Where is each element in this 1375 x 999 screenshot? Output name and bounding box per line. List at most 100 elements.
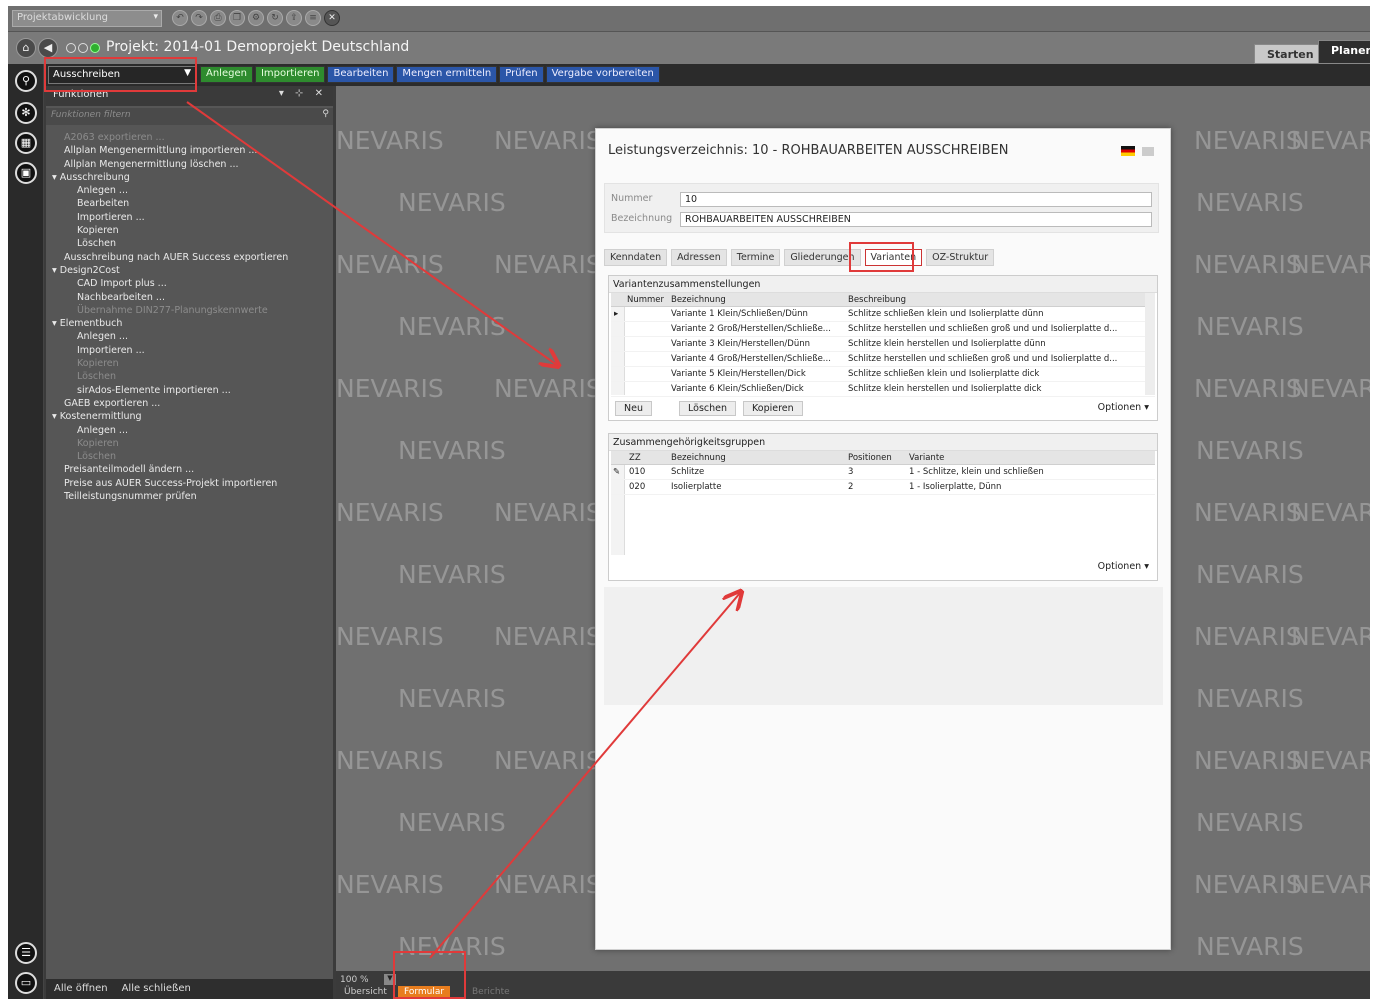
function-group-select[interactable]: Ausschreiben ▼ <box>48 66 196 84</box>
expand-toggle-icon[interactable]: ▾ <box>52 318 60 329</box>
tab-oz-struktur[interactable]: OZ-Struktur <box>926 249 995 266</box>
tree-item[interactable]: Preise aus AUER Success-Projekt importie… <box>46 477 333 490</box>
tree-item[interactable]: GAEB exportieren ... <box>46 397 333 410</box>
back-icon[interactable]: ◀ <box>38 38 58 58</box>
tree-item[interactable]: Kopieren <box>46 437 333 450</box>
functions-icon[interactable]: ✻ <box>15 102 37 124</box>
column-header-positionen[interactable]: Positionen <box>848 453 892 463</box>
tree-item[interactable]: Übernahme DIN277-Planungskennwerte <box>46 304 333 317</box>
table-row[interactable]: ✎ 010 Schlitze 3 1 - Schlitze, klein und sch… <box>611 465 1155 480</box>
loeschen-button[interactable]: Löschen <box>679 401 736 416</box>
expand-toggle-icon[interactable]: ▾ <box>52 172 60 183</box>
panel-controls[interactable]: ▾ ⊹ ✕ <box>279 88 327 99</box>
table-row[interactable]: Variante 3 Klein/Herstellen/Dünn Schlitze… <box>611 337 1155 352</box>
tree-item[interactable]: sirAdos-Elemente importieren ... <box>46 384 333 397</box>
copy-icon[interactable]: ❐ <box>229 10 245 26</box>
mode-starten-button[interactable]: Starten <box>1254 44 1327 64</box>
table-row[interactable]: ▸ Variante 1 Klein/Schließen/Dünn Schlitze… <box>611 307 1155 322</box>
table-row[interactable]: Variante 6 Klein/Schließen/Dick Schlitze … <box>611 382 1155 397</box>
mengen-ermitteln-button[interactable]: Mengen ermitteln <box>396 66 498 83</box>
tree-group[interactable]: ▾ Design2Cost <box>46 264 333 277</box>
tree-item[interactable]: Allplan Mengenermittlung löschen ... <box>46 158 333 171</box>
tree-item[interactable]: Ausschreibung nach AUER Success exportie… <box>46 251 333 264</box>
column-header-variante[interactable]: Variante <box>909 453 944 463</box>
export-icon[interactable]: ⇪ <box>286 10 302 26</box>
mode-planen-button[interactable]: Planen <box>1318 40 1370 64</box>
tree-group[interactable]: ▾ Ausschreibung <box>46 171 333 184</box>
tree-group[interactable]: ▾ Kostenermittlung <box>46 410 333 423</box>
column-header-beschreibung[interactable]: Beschreibung <box>848 295 906 305</box>
tree-item[interactable]: Bearbeiten <box>46 197 333 210</box>
list-icon[interactable]: ☰ <box>15 942 37 964</box>
column-header-bezeichnung[interactable]: Bezeichnung <box>671 453 726 463</box>
table-row[interactable]: Variante 2 Groß/Herstellen/Schließe... Sc… <box>611 322 1155 337</box>
tree-item[interactable]: CAD Import plus ... <box>46 277 333 290</box>
table-row[interactable]: Variante 4 Groß/Herstellen/Schließe... Sc… <box>611 352 1155 367</box>
variants-options-button[interactable]: Optionen ▾ <box>1098 402 1149 413</box>
table-row[interactable]: Variante 5 Klein/Herstellen/Dick Schlitze… <box>611 367 1155 382</box>
filter-icon[interactable]: ⚲ <box>15 70 37 92</box>
tree-item[interactable]: Teilleistungsnummer prüfen <box>46 490 333 503</box>
print-icon[interactable]: ⎙ <box>210 10 226 26</box>
table-row[interactable]: 020 Isolierplatte 2 1 - Isolierplatte, Dünn <box>611 480 1155 495</box>
window-icon[interactable]: ▣ <box>15 162 37 184</box>
collapse-all-link[interactable]: Alle schließen <box>122 983 191 995</box>
tree-group[interactable]: ▾ Elementbuch <box>46 317 333 330</box>
vergabe-vorbereiten-button[interactable]: Vergabe vorbereiten <box>545 66 660 83</box>
tab-varianten[interactable]: Varianten <box>864 249 923 266</box>
tree-item[interactable]: Anlegen ... <box>46 184 333 197</box>
tree-item[interactable]: Löschen <box>46 370 333 383</box>
tab-adressen[interactable]: Adressen <box>671 249 727 266</box>
tab-berichte[interactable]: Berichte <box>466 986 516 999</box>
tree-item[interactable]: Allplan Mengenermittlung importieren ... <box>46 144 333 157</box>
refresh-icon[interactable]: ↻ <box>267 10 283 26</box>
expand-toggle-icon[interactable]: ▾ <box>52 265 60 276</box>
tree-item[interactable]: A2063 exportieren ... <box>46 131 333 144</box>
groups-options-button[interactable]: Optionen ▾ <box>1098 561 1149 572</box>
pruefen-button[interactable]: Prüfen <box>499 66 544 83</box>
tree-item[interactable]: Anlegen ... <box>46 330 333 343</box>
functions-filter-input[interactable]: Funktionen filtern ⚲ <box>46 108 333 125</box>
project-module-select[interactable]: Projektabwicklung ▾ <box>12 10 162 27</box>
tab-formular[interactable]: Formular <box>398 986 451 999</box>
importieren-button[interactable]: Importieren <box>254 66 326 83</box>
language-icon[interactable] <box>1142 147 1154 156</box>
column-header-zz[interactable]: ZZ <box>629 453 641 463</box>
close-circle-icon[interactable]: ✕ <box>324 10 340 26</box>
kopieren-button[interactable]: Kopieren <box>743 401 803 416</box>
zoom-level[interactable]: 100 % <box>340 975 369 985</box>
settings-icon[interactable]: ⚙ <box>248 10 264 26</box>
tree-item[interactable]: Importieren ... <box>46 211 333 224</box>
tree-item[interactable]: Kopieren <box>46 357 333 370</box>
undo-icon[interactable]: ↶ <box>172 10 188 26</box>
tree-item[interactable]: Preisanteilmodell ändern ... <box>46 463 333 476</box>
home-icon[interactable]: ⌂ <box>16 38 36 58</box>
bearbeiten-button[interactable]: Bearbeiten <box>327 66 395 83</box>
variants-scrollbar[interactable] <box>1145 293 1155 395</box>
tree-item[interactable]: Anlegen ... <box>46 424 333 437</box>
calculator-icon[interactable]: ▦ <box>15 132 37 154</box>
expand-toggle-icon[interactable]: ▾ <box>52 411 60 422</box>
search-icon[interactable]: ⚲ <box>322 109 329 119</box>
anlegen-button[interactable]: Anlegen <box>200 66 253 83</box>
tree-item[interactable]: Nachbearbeiten ... <box>46 291 333 304</box>
bezeichnung-field[interactable]: ROHBAUARBEITEN AUSSCHREIBEN <box>680 212 1152 227</box>
neu-button[interactable]: Neu <box>615 401 652 416</box>
tab-kenndaten[interactable]: Kenndaten <box>604 249 668 266</box>
zoom-dropdown-icon[interactable]: ▼ <box>384 974 396 985</box>
german-flag-icon[interactable] <box>1121 146 1135 156</box>
tab-uebersicht[interactable]: Übersicht <box>338 986 393 999</box>
column-header-nummer[interactable]: Nummer <box>627 295 664 305</box>
tree-item[interactable]: Löschen <box>46 450 333 463</box>
tab-termine[interactable]: Termine <box>730 249 781 266</box>
column-header-bezeichnung[interactable]: Bezeichnung <box>671 295 726 305</box>
redo-icon[interactable]: ↷ <box>191 10 207 26</box>
calculator-icon[interactable]: ≡ <box>305 10 321 26</box>
tree-item[interactable]: Importieren ... <box>46 344 333 357</box>
tree-item[interactable]: Kopieren <box>46 224 333 237</box>
expand-all-link[interactable]: Alle öffnen <box>54 983 108 995</box>
tab-gliederungen[interactable]: Gliederungen <box>784 249 861 266</box>
minimize-icon[interactable]: ▭ <box>15 972 37 994</box>
tree-item[interactable]: Löschen <box>46 237 333 250</box>
nummer-field[interactable]: 10 <box>680 192 1152 207</box>
